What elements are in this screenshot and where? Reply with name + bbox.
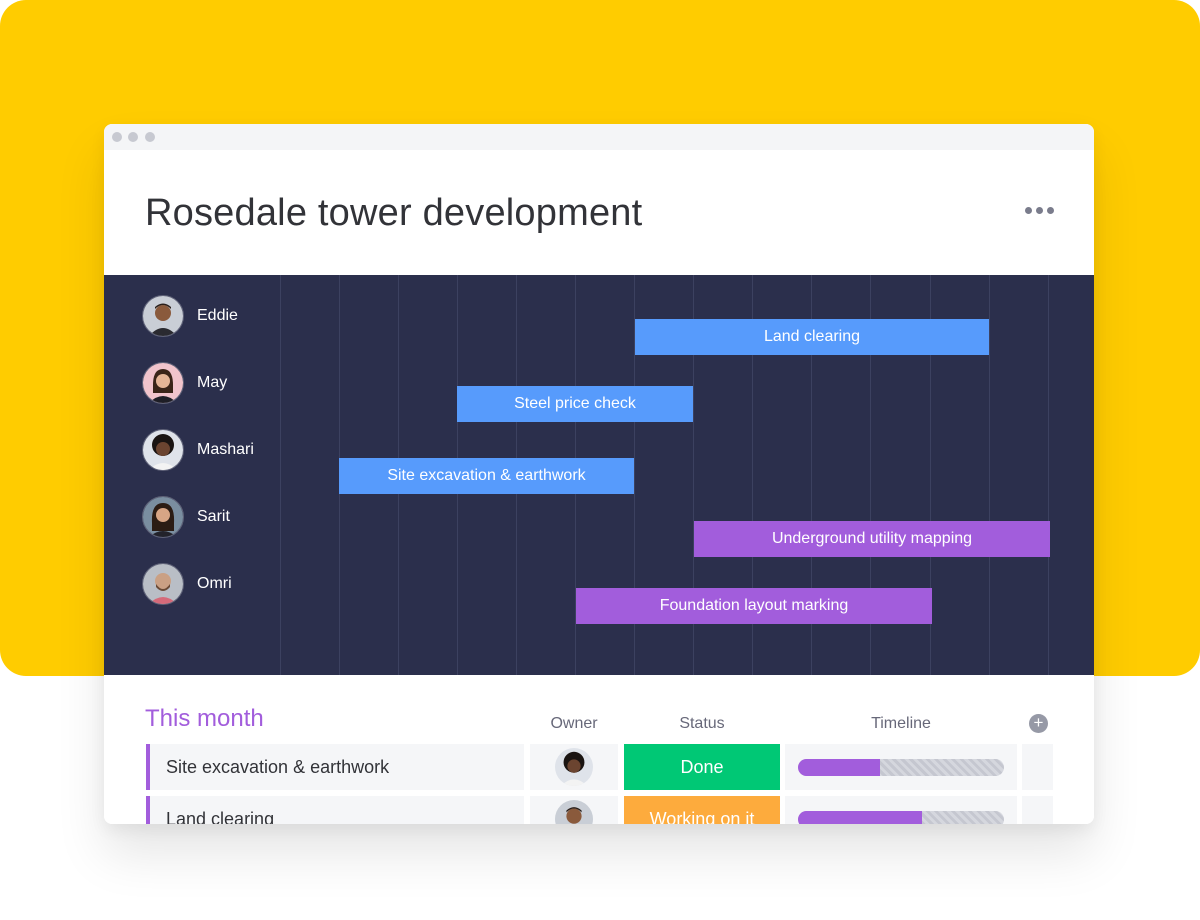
item-name[interactable]: Site excavation & earthwork [146,744,524,790]
plus-circle-icon[interactable]: + [1029,714,1048,733]
avatar[interactable] [142,563,184,605]
person-row-omri: Omri [142,563,232,605]
page-title: Rosedale tower development [145,192,643,234]
timeline-cell [785,796,1017,824]
person-name: Sarit [197,508,230,525]
column-header-status[interactable]: Status [624,715,780,733]
empty-cell [1022,796,1053,824]
avatar[interactable] [555,748,593,786]
timeline-cell [785,744,1017,790]
empty-cell [1022,744,1053,790]
person-name: Eddie [197,307,238,324]
avatar[interactable] [555,800,593,824]
avatar[interactable] [142,295,184,337]
gantt-bar-steel-price-check[interactable]: Steel price check [457,386,693,422]
group-title[interactable]: This month [145,705,264,733]
person-name: Mashari [197,441,254,458]
gantt-grid-line [280,275,281,675]
person-row-mashari: Mashari [142,429,254,471]
timeline-bar[interactable] [798,758,1004,776]
owner-cell [530,796,618,824]
person-name: May [197,374,228,391]
board-table: This month Owner Status Timeline + Site … [104,675,1094,824]
timeline-progress [798,758,881,776]
gantt-bar-underground-utility[interactable]: Underground utility mapping [694,521,1050,557]
item-name[interactable]: Land clearing [146,796,524,824]
avatar[interactable] [142,496,184,538]
gantt-chart: Eddie May Mashari Sarit Omri Land cleari… [104,275,1094,675]
gantt-bar-foundation-layout[interactable]: Foundation layout marking [576,588,932,624]
window-control-dot[interactable] [128,132,138,142]
window-control-dot[interactable] [112,132,122,142]
window-titlebar [104,124,1094,150]
app-window: Rosedale tower development Eddie May Mas… [104,124,1094,824]
person-row-sarit: Sarit [142,496,230,538]
avatar[interactable] [142,429,184,471]
gantt-bar-site-excavation[interactable]: Site excavation & earthwork [339,458,634,494]
timeline-bar[interactable] [798,810,1004,824]
person-name: Omri [197,575,232,592]
column-header-timeline[interactable]: Timeline [785,715,1017,733]
avatar[interactable] [142,362,184,404]
gantt-bar-land-clearing[interactable]: Land clearing [635,319,989,355]
owner-cell [530,744,618,790]
person-row-eddie: Eddie [142,295,238,337]
person-row-may: May [142,362,227,404]
status-badge[interactable]: Done [624,744,780,790]
gantt-grid-line [989,275,990,675]
column-header-owner[interactable]: Owner [530,715,618,733]
window-control-dot[interactable] [145,132,155,142]
status-badge[interactable]: Working on it [624,796,780,824]
more-horizontal-icon[interactable] [1025,207,1054,214]
gantt-grid-line [1048,275,1049,675]
board-header: Rosedale tower development [104,150,1094,275]
timeline-progress [798,810,922,824]
